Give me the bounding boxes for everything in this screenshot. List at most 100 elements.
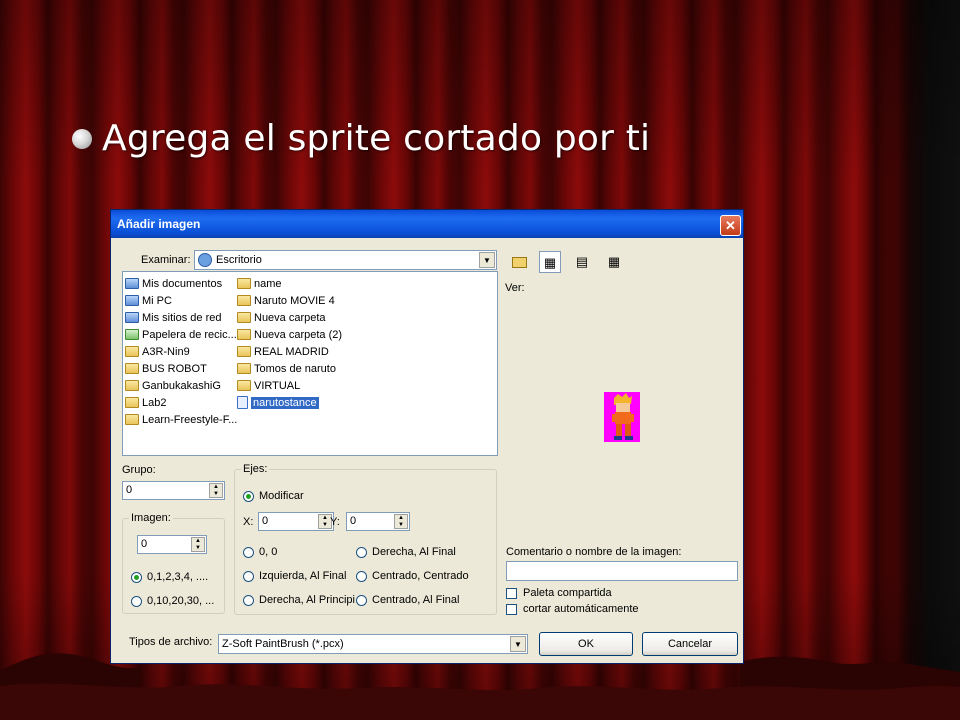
ejes-radio-origin[interactable]: 0, 0 xyxy=(243,546,277,558)
my-computer-icon xyxy=(125,295,139,306)
ver-label: Ver: xyxy=(505,282,525,294)
comentario-label: Comentario o nombre de la imagen: xyxy=(506,546,682,558)
up-folder-button[interactable] xyxy=(508,252,530,274)
radio-icon xyxy=(356,546,367,558)
ejes-label: Ejes: xyxy=(241,463,270,475)
file-list-column-2: name Naruto MOVIE 4 Nueva carpeta Nueva … xyxy=(237,275,342,411)
location-value: Escritorio xyxy=(216,254,262,266)
file-item[interactable]: Naruto MOVIE 4 xyxy=(237,292,342,309)
grupo-spinner[interactable]: 0 ▲ ▼ xyxy=(122,481,225,500)
checkbox-icon xyxy=(506,603,517,615)
file-item[interactable]: Lab2 xyxy=(125,394,237,411)
file-name: Mi PC xyxy=(142,294,172,307)
radio-icon xyxy=(243,570,254,582)
ejes-radio-left-end[interactable]: Izquierda, Al Final xyxy=(243,570,346,582)
file-item[interactable]: Papelera de recic... xyxy=(125,326,237,343)
comentario-input[interactable] xyxy=(506,561,738,581)
file-name: Nueva carpeta (2) xyxy=(254,328,343,341)
file-name: GanbukakashiG xyxy=(142,379,221,392)
y-spinner[interactable]: 0 ▲ ▼ xyxy=(346,512,410,531)
cancel-button[interactable]: Cancelar xyxy=(642,632,738,656)
file-name: REAL MADRID xyxy=(254,345,329,358)
imagen-radio-sequential[interactable]: 0,1,2,3,4, .... xyxy=(131,571,208,583)
spinner-arrows-icon[interactable]: ▲ ▼ xyxy=(191,537,205,552)
folder-icon xyxy=(237,380,251,391)
grupo-value: 0 xyxy=(126,484,133,496)
cortar-checkbox[interactable]: cortar automáticamente xyxy=(506,603,639,615)
imagen-radio-tens[interactable]: 0,10,20,30, ... xyxy=(131,595,214,607)
folder-icon xyxy=(125,380,139,391)
file-name: narutostance xyxy=(251,396,319,409)
ejes-radio-center-center[interactable]: Centrado, Centrado xyxy=(356,570,469,582)
file-item-selected[interactable]: narutostance xyxy=(237,394,342,411)
location-select[interactable]: Escritorio ▼ xyxy=(194,250,497,270)
folder-icon xyxy=(237,346,251,357)
file-item[interactable]: Mi PC xyxy=(125,292,237,309)
spinner-arrows-icon[interactable]: ▲ ▼ xyxy=(394,514,408,529)
x-spinner[interactable]: 0 ▲ ▼ xyxy=(258,512,334,531)
file-item[interactable]: GanbukakashiG xyxy=(125,377,237,394)
file-type-value: Z-Soft PaintBrush (*.pcx) xyxy=(222,638,344,650)
file-item[interactable]: Nueva carpeta xyxy=(237,309,342,326)
dialog-titlebar[interactable]: Añadir imagen ✕ xyxy=(111,210,743,238)
folder-icon xyxy=(125,414,139,425)
file-name: VIRTUAL xyxy=(254,379,301,392)
modificar-radio[interactable]: Modificar xyxy=(243,490,304,502)
thumbnails-view-button[interactable]: ▦ xyxy=(603,251,625,273)
radio-icon xyxy=(131,595,142,607)
radio-label: Derecha, Al Principi xyxy=(259,594,355,606)
list-view-button[interactable]: ▦ xyxy=(539,251,561,273)
y-label: Y: xyxy=(330,516,340,528)
imagen-spinner[interactable]: 0 ▲ ▼ xyxy=(137,535,207,554)
sprite-figure xyxy=(604,392,640,442)
file-name: name xyxy=(254,277,282,290)
folder-icon xyxy=(237,295,251,306)
file-item[interactable]: Learn-Freestyle-F... xyxy=(125,411,237,428)
folder-icon xyxy=(125,397,139,408)
ejes-radio-right-end[interactable]: Derecha, Al Final xyxy=(356,546,456,558)
ejes-radio-center-end[interactable]: Centrado, Al Final xyxy=(356,594,459,606)
file-item[interactable]: Mis documentos xyxy=(125,275,237,292)
file-item[interactable]: BUS ROBOT xyxy=(125,360,237,377)
imagen-value: 0 xyxy=(141,538,148,550)
file-item[interactable]: VIRTUAL xyxy=(237,377,342,394)
paleta-checkbox[interactable]: Paleta compartida xyxy=(506,587,612,599)
imagen-label: Imagen: xyxy=(129,512,173,524)
file-item[interactable]: Tomos de naruto xyxy=(237,360,342,377)
file-item[interactable]: Mis sitios de red xyxy=(125,309,237,326)
close-button[interactable]: ✕ xyxy=(720,215,741,236)
radio-label: 0, 0 xyxy=(259,546,278,558)
file-item[interactable]: A3R-Nin9 xyxy=(125,343,237,360)
tipos-label: Tipos de archivo: xyxy=(129,636,213,648)
folder-icon xyxy=(125,346,139,357)
chevron-down-icon[interactable]: ▼ xyxy=(510,636,526,652)
desktop-icon xyxy=(198,253,212,267)
radio-selected-icon xyxy=(243,490,254,502)
radio-icon xyxy=(356,594,367,606)
file-name: Mis documentos xyxy=(142,277,223,290)
ejes-radio-right-start[interactable]: Derecha, Al Principi xyxy=(243,594,355,606)
file-type-select[interactable]: Z-Soft PaintBrush (*.pcx) ▼ xyxy=(218,634,528,654)
chevron-down-icon[interactable]: ▼ xyxy=(479,252,495,268)
x-value: 0 xyxy=(262,515,269,527)
slide-bullet: Agrega el sprite cortado por ti xyxy=(72,118,650,159)
file-name: Learn-Freestyle-F... xyxy=(142,413,238,426)
file-list[interactable]: Mis documentos Mi PC Mis sitios de red P… xyxy=(122,271,498,456)
ok-button[interactable]: OK xyxy=(539,632,633,656)
spinner-arrows-icon[interactable]: ▲ ▼ xyxy=(209,483,223,498)
dialog-title: Añadir imagen xyxy=(117,217,201,231)
radio-label: Centrado, Al Final xyxy=(372,594,460,606)
radio-selected-icon xyxy=(131,571,142,583)
file-item[interactable]: Nueva carpeta (2) xyxy=(237,326,342,343)
examinar-label: Examinar: xyxy=(141,254,191,266)
details-view-button[interactable]: ▤ xyxy=(571,251,593,273)
file-name: Papelera de recic... xyxy=(142,328,237,341)
folder-icon xyxy=(237,278,251,289)
file-item[interactable]: name xyxy=(237,275,342,292)
radio-label: Izquierda, Al Final xyxy=(259,570,347,582)
radio-icon xyxy=(356,570,367,582)
file-item[interactable]: REAL MADRID xyxy=(237,343,342,360)
y-value: 0 xyxy=(350,515,357,527)
radio-label: Derecha, Al Final xyxy=(372,546,456,558)
file-name: BUS ROBOT xyxy=(142,362,207,375)
